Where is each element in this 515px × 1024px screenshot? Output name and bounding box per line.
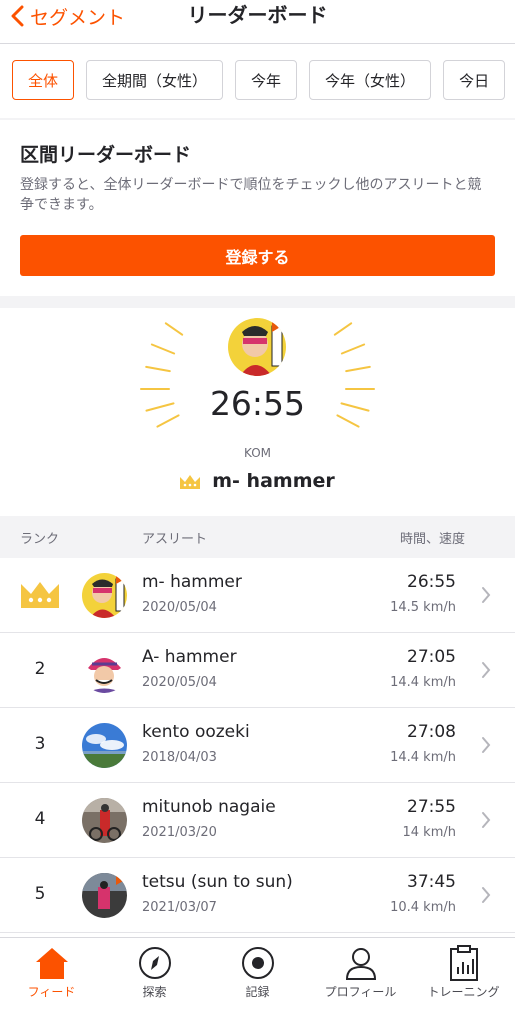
avatar bbox=[82, 573, 127, 618]
tab-label: プロフィール bbox=[324, 985, 397, 999]
tab-explore[interactable]: 探索 bbox=[103, 938, 206, 1024]
signup-button[interactable]: 登録する bbox=[20, 235, 495, 276]
athlete-name: A- hammer bbox=[142, 647, 237, 667]
athlete-name: kento oozeki bbox=[142, 722, 250, 742]
crown-icon bbox=[21, 582, 59, 608]
avatar bbox=[82, 648, 127, 693]
tab-record[interactable]: 記録 bbox=[206, 938, 309, 1024]
column-athlete: アスリート bbox=[142, 532, 208, 547]
tab-label: 記録 bbox=[245, 985, 270, 999]
effort-speed: 14 km/h bbox=[402, 825, 457, 840]
crown-icon bbox=[180, 474, 201, 489]
kom-label: KOM bbox=[243, 446, 271, 460]
kom-athlete[interactable]: m- hammer bbox=[0, 470, 515, 492]
nav-header: セグメント リーダーボード bbox=[0, 0, 515, 44]
filter-bar: 全体 全期間（女性） 今年 今年（女性） 今日 bbox=[0, 44, 515, 118]
filter-chip-this-year[interactable]: 今年 bbox=[235, 60, 298, 100]
tab-label: フィード bbox=[27, 985, 76, 999]
leaderboard-header: ランク アスリート 時間、速度 bbox=[0, 516, 515, 558]
effort-speed: 14.4 km/h bbox=[390, 750, 456, 765]
chevron-right-icon bbox=[482, 737, 491, 753]
ray-decoration bbox=[150, 343, 176, 355]
tab-training[interactable]: トレーニング bbox=[412, 938, 515, 1024]
tab-label: トレーニング bbox=[427, 985, 500, 999]
leaderboard-row[interactable]: m- hammer 2020/05/04 26:55 14.5 km/h bbox=[0, 558, 515, 633]
kom-athlete-name: m- hammer bbox=[212, 470, 335, 492]
rank-number: 4 bbox=[34, 809, 46, 829]
rank-number: 5 bbox=[34, 884, 46, 904]
effort-speed: 14.5 km/h bbox=[390, 600, 456, 615]
leaderboard-row[interactable]: 4 mitunob nagaie 2021/03/20 27:55 14 km/… bbox=[0, 783, 515, 858]
kom-time: 26:55 bbox=[209, 384, 306, 423]
kom-avatar[interactable] bbox=[228, 318, 286, 376]
leaderboard-row[interactable]: 3 kento oozeki 2018/04/03 27:08 14.4 km/… bbox=[0, 708, 515, 783]
effort-time: 27:05 bbox=[407, 647, 456, 667]
rank-crown bbox=[20, 582, 60, 613]
chevron-right-icon bbox=[482, 587, 491, 603]
athlete-name: m- hammer bbox=[142, 572, 242, 592]
leaderboard-row[interactable]: 5 tetsu (sun to sun) 2021/03/07 37:45 10… bbox=[0, 858, 515, 933]
effort-time: 26:55 bbox=[407, 572, 456, 592]
avatar bbox=[82, 723, 127, 768]
ray-decoration bbox=[164, 321, 184, 337]
activity-date: 2018/04/03 bbox=[142, 750, 217, 765]
ray-decoration bbox=[340, 343, 366, 355]
ray-decoration bbox=[345, 365, 371, 373]
activity-date: 2020/05/04 bbox=[142, 600, 217, 615]
effort-time: 27:08 bbox=[407, 722, 456, 742]
effort-time: 27:55 bbox=[407, 797, 456, 817]
ray-decoration bbox=[333, 321, 353, 337]
avatar bbox=[82, 798, 127, 843]
tab-feed[interactable]: フィード bbox=[0, 938, 103, 1024]
page-title: リーダーボード bbox=[187, 3, 328, 27]
column-time-speed: 時間、速度 bbox=[399, 532, 465, 547]
activity-date: 2021/03/20 bbox=[142, 825, 217, 840]
rank-number: 3 bbox=[34, 734, 46, 754]
signup-card: 区間リーダーボード 登録すると、全体リーダーボードで順位をチェックし他のアスリー… bbox=[0, 120, 515, 296]
athlete-name: mitunob nagaie bbox=[142, 797, 276, 817]
tab-profile[interactable]: プロフィール bbox=[309, 938, 412, 1024]
effort-speed: 14.4 km/h bbox=[390, 675, 456, 690]
signup-card-text: 登録すると、全体リーダーボードで順位をチェックし他のアスリートと競争できます。 bbox=[20, 177, 482, 213]
rank-number: 2 bbox=[34, 659, 46, 679]
athlete-name: tetsu (sun to sun) bbox=[142, 872, 293, 892]
column-rank: ランク bbox=[20, 532, 60, 547]
training-icon bbox=[444, 944, 484, 982]
tab-bar: フィード 探索 記録 プロフィール トレーニング bbox=[0, 937, 515, 1024]
effort-speed: 10.4 km/h bbox=[390, 900, 456, 915]
chevron-right-icon bbox=[482, 812, 491, 828]
kom-hero: 26:55 KOM m- hammer bbox=[0, 308, 515, 516]
ray-decoration bbox=[145, 365, 171, 373]
activity-date: 2020/05/04 bbox=[142, 675, 217, 690]
filter-chip-today[interactable]: 今日 bbox=[443, 60, 506, 100]
chevron-right-icon bbox=[482, 662, 491, 678]
filter-chip-overall[interactable]: 全体 bbox=[12, 60, 75, 100]
profile-icon bbox=[341, 944, 381, 982]
activity-date: 2021/03/07 bbox=[142, 900, 217, 915]
signup-card-title: 区間リーダーボード bbox=[20, 144, 192, 166]
record-icon bbox=[238, 944, 278, 982]
leaderboard-row[interactable]: 2 A- hammer 2020/05/04 27:05 14.4 km/h bbox=[0, 633, 515, 708]
filter-chip-this-year-women[interactable]: 今年（女性） bbox=[309, 60, 432, 100]
effort-time: 37:45 bbox=[407, 872, 456, 892]
filter-chip-all-time-women[interactable]: 全期間（女性） bbox=[86, 60, 224, 100]
tab-label: 探索 bbox=[142, 985, 167, 999]
compass-icon bbox=[135, 944, 175, 982]
home-icon bbox=[32, 944, 72, 982]
chevron-right-icon bbox=[482, 887, 491, 903]
avatar bbox=[82, 873, 127, 918]
